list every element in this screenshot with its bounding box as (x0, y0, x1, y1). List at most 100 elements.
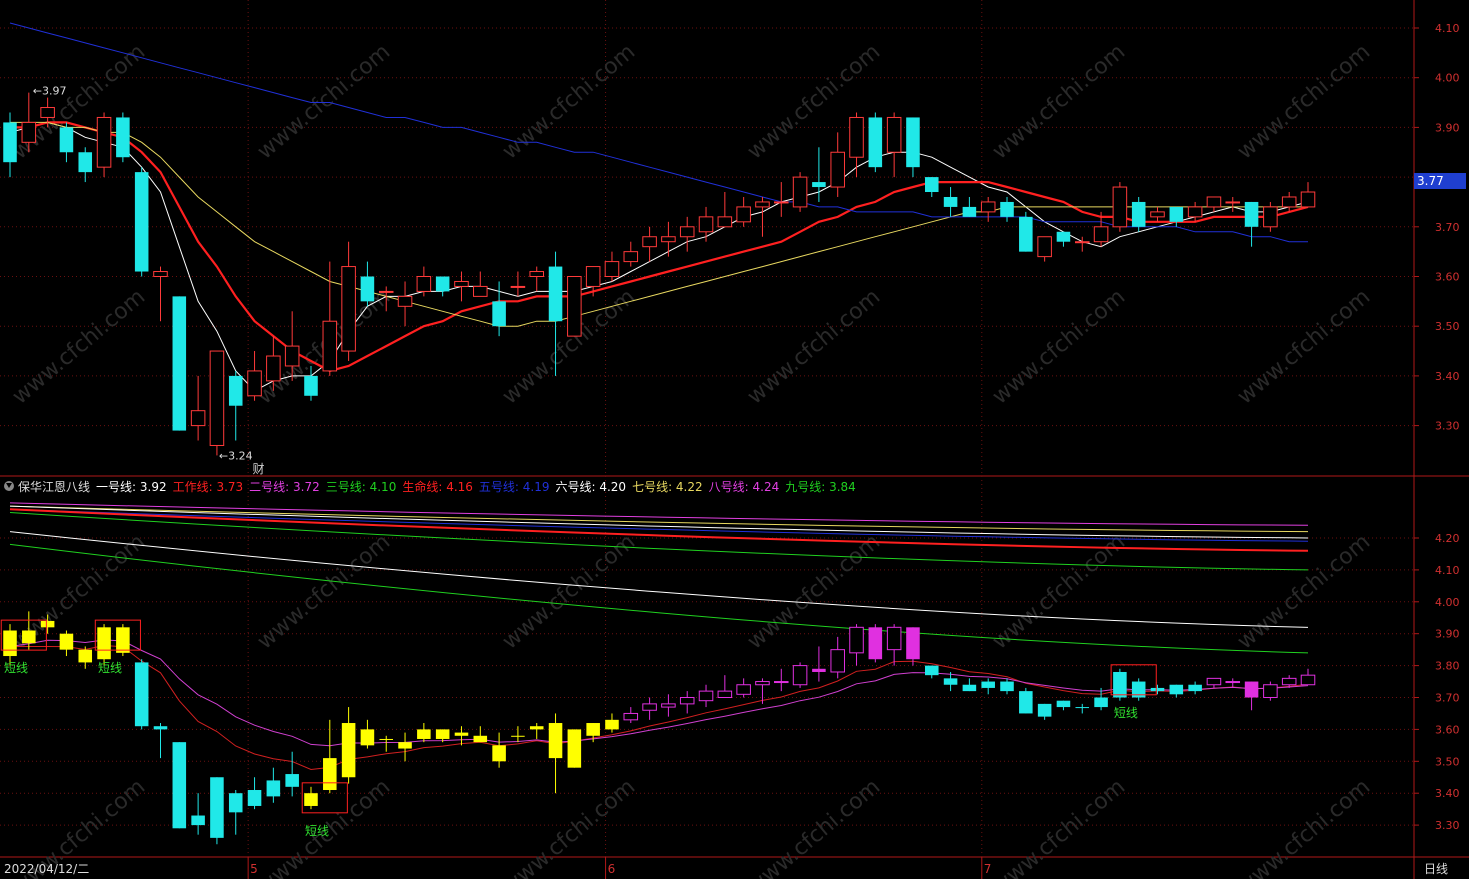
indicator-candle-body (134, 662, 149, 727)
indicator-candle-body (341, 723, 356, 778)
candle-body (473, 285, 488, 297)
candle-body (322, 320, 338, 372)
candle-body (78, 152, 93, 173)
legend-line-8: 八号线: 4.24 (708, 479, 780, 494)
legend-line-2: 二号线: 3.72 (249, 479, 320, 494)
indicator-candle-body (1019, 691, 1033, 714)
indicator-candle-body (1263, 684, 1278, 698)
main-y-tick-label: 3.30 (1435, 420, 1460, 433)
legend-line-7: 七号线: 4.22 (632, 479, 703, 494)
watermark-text: www.cfchi.com (743, 529, 885, 654)
period-button[interactable]: 日线 (1424, 860, 1448, 877)
watermark-text: www.cfchi.com (743, 39, 885, 164)
candle-body (190, 410, 206, 427)
candle-body (1000, 201, 1014, 217)
candle-body (1244, 201, 1259, 227)
indicator-y-tick-label: 4.00 (1435, 596, 1460, 609)
candle-body (341, 266, 356, 352)
indicator-candle-body (1169, 684, 1184, 695)
indicator-y-tick-label: 3.80 (1435, 660, 1460, 673)
candle-body (830, 151, 845, 188)
indicator-candle-body (642, 703, 657, 711)
candle-body (698, 216, 714, 233)
watermark-text: www.cfchi.com (743, 774, 885, 879)
low-annotation: ←3.24 (219, 449, 253, 462)
candle-body (153, 271, 168, 277)
indicator-candle-body (492, 745, 506, 762)
legend-line-9: 九号线: 3.84 (785, 479, 856, 494)
candle-body (96, 116, 112, 168)
candle-body (116, 117, 130, 158)
main-y-tick-label: 3.50 (1435, 320, 1460, 333)
candle-body (3, 122, 17, 163)
watermark-text: www.cfchi.com (1233, 529, 1375, 654)
candle-body (1206, 196, 1222, 208)
high-annotation: ←3.97 (33, 85, 67, 98)
indicator-candle-body (22, 630, 36, 644)
main-y-tick-label: 4.00 (1435, 72, 1460, 85)
legend-line-5: 五号线: 4.19 (478, 479, 550, 494)
candle-body (134, 172, 149, 272)
indicator-candle-body (717, 690, 733, 698)
stock-chart[interactable]: 4.10 4.00 3.90 3.80 3.70 3.60 3.50 3.40 3.30 4.20… (0, 0, 1469, 879)
candle-body (1281, 196, 1297, 208)
signal-label: 短线 (98, 661, 122, 675)
collapse-icon[interactable] (4, 481, 14, 491)
indicator-candle-body (191, 815, 205, 826)
candle-body (755, 201, 770, 208)
month-tick-label: 7 (984, 862, 992, 876)
signal-label: 短线 (305, 824, 329, 838)
candle-body (360, 276, 375, 302)
legend-line-1: 一号线: 3.92 (96, 479, 167, 494)
candle-body (585, 266, 601, 287)
candle-body (604, 261, 620, 277)
last-price-tag: 3.77 (1414, 173, 1466, 189)
candle-body (40, 107, 55, 118)
indicator-candle-body (886, 626, 902, 651)
candle-body (510, 285, 526, 288)
indicator-candle-body (1244, 681, 1259, 698)
candle-body (1131, 201, 1146, 227)
indicator-candle-body (454, 732, 469, 736)
legend-line-life: 生命线: 4.16 (402, 479, 473, 494)
indicator-candle-body (548, 723, 563, 759)
indicator-candle-body (755, 681, 770, 686)
candle-body (284, 345, 300, 367)
candle-body (1074, 241, 1090, 244)
candle-body (492, 301, 506, 327)
indicator-candle-body (379, 738, 394, 740)
indicator-candle-body (1075, 707, 1090, 709)
indicator-candle-body (1150, 687, 1165, 692)
watermark-text: www.cfchi.com (988, 774, 1130, 879)
watermark-text: www.cfchi.com (498, 529, 640, 654)
indicator-candle-body (906, 627, 920, 660)
indicator-candle-body (40, 620, 55, 628)
candle-body (416, 276, 432, 292)
indicator-candle-body (473, 735, 488, 743)
candle-body (228, 375, 243, 406)
indicator-candle-body (981, 681, 995, 688)
indicator-title: 保华江恩八线 (18, 479, 91, 494)
candle-body (1019, 216, 1033, 252)
indicator-candle-body (1300, 674, 1316, 686)
indicator-candle-body (529, 726, 544, 730)
candle-body (717, 216, 733, 228)
signal-label: 短线 (4, 661, 28, 675)
indicator-y-tick-label: 3.30 (1435, 819, 1460, 832)
indicator-candle-body (360, 729, 375, 746)
candle-body (849, 116, 864, 158)
legend-line-3: 三号线: 4.10 (325, 479, 397, 494)
watermark-text: www.cfchi.com (8, 284, 150, 409)
month-tick-label: 5 (250, 862, 258, 876)
moving-average-line (10, 121, 1309, 373)
indicator-y-tick-label: 3.50 (1435, 755, 1460, 768)
candle-body (59, 127, 74, 153)
candle-body (1037, 236, 1052, 258)
candle-body (529, 271, 544, 277)
main-y-tick-label: 4.10 (1435, 22, 1460, 35)
candle-body (304, 375, 318, 396)
moving-average-line (9, 121, 1309, 392)
candle-body (943, 196, 958, 207)
candle-body (548, 266, 563, 322)
indicator-candle-body (1206, 677, 1222, 686)
